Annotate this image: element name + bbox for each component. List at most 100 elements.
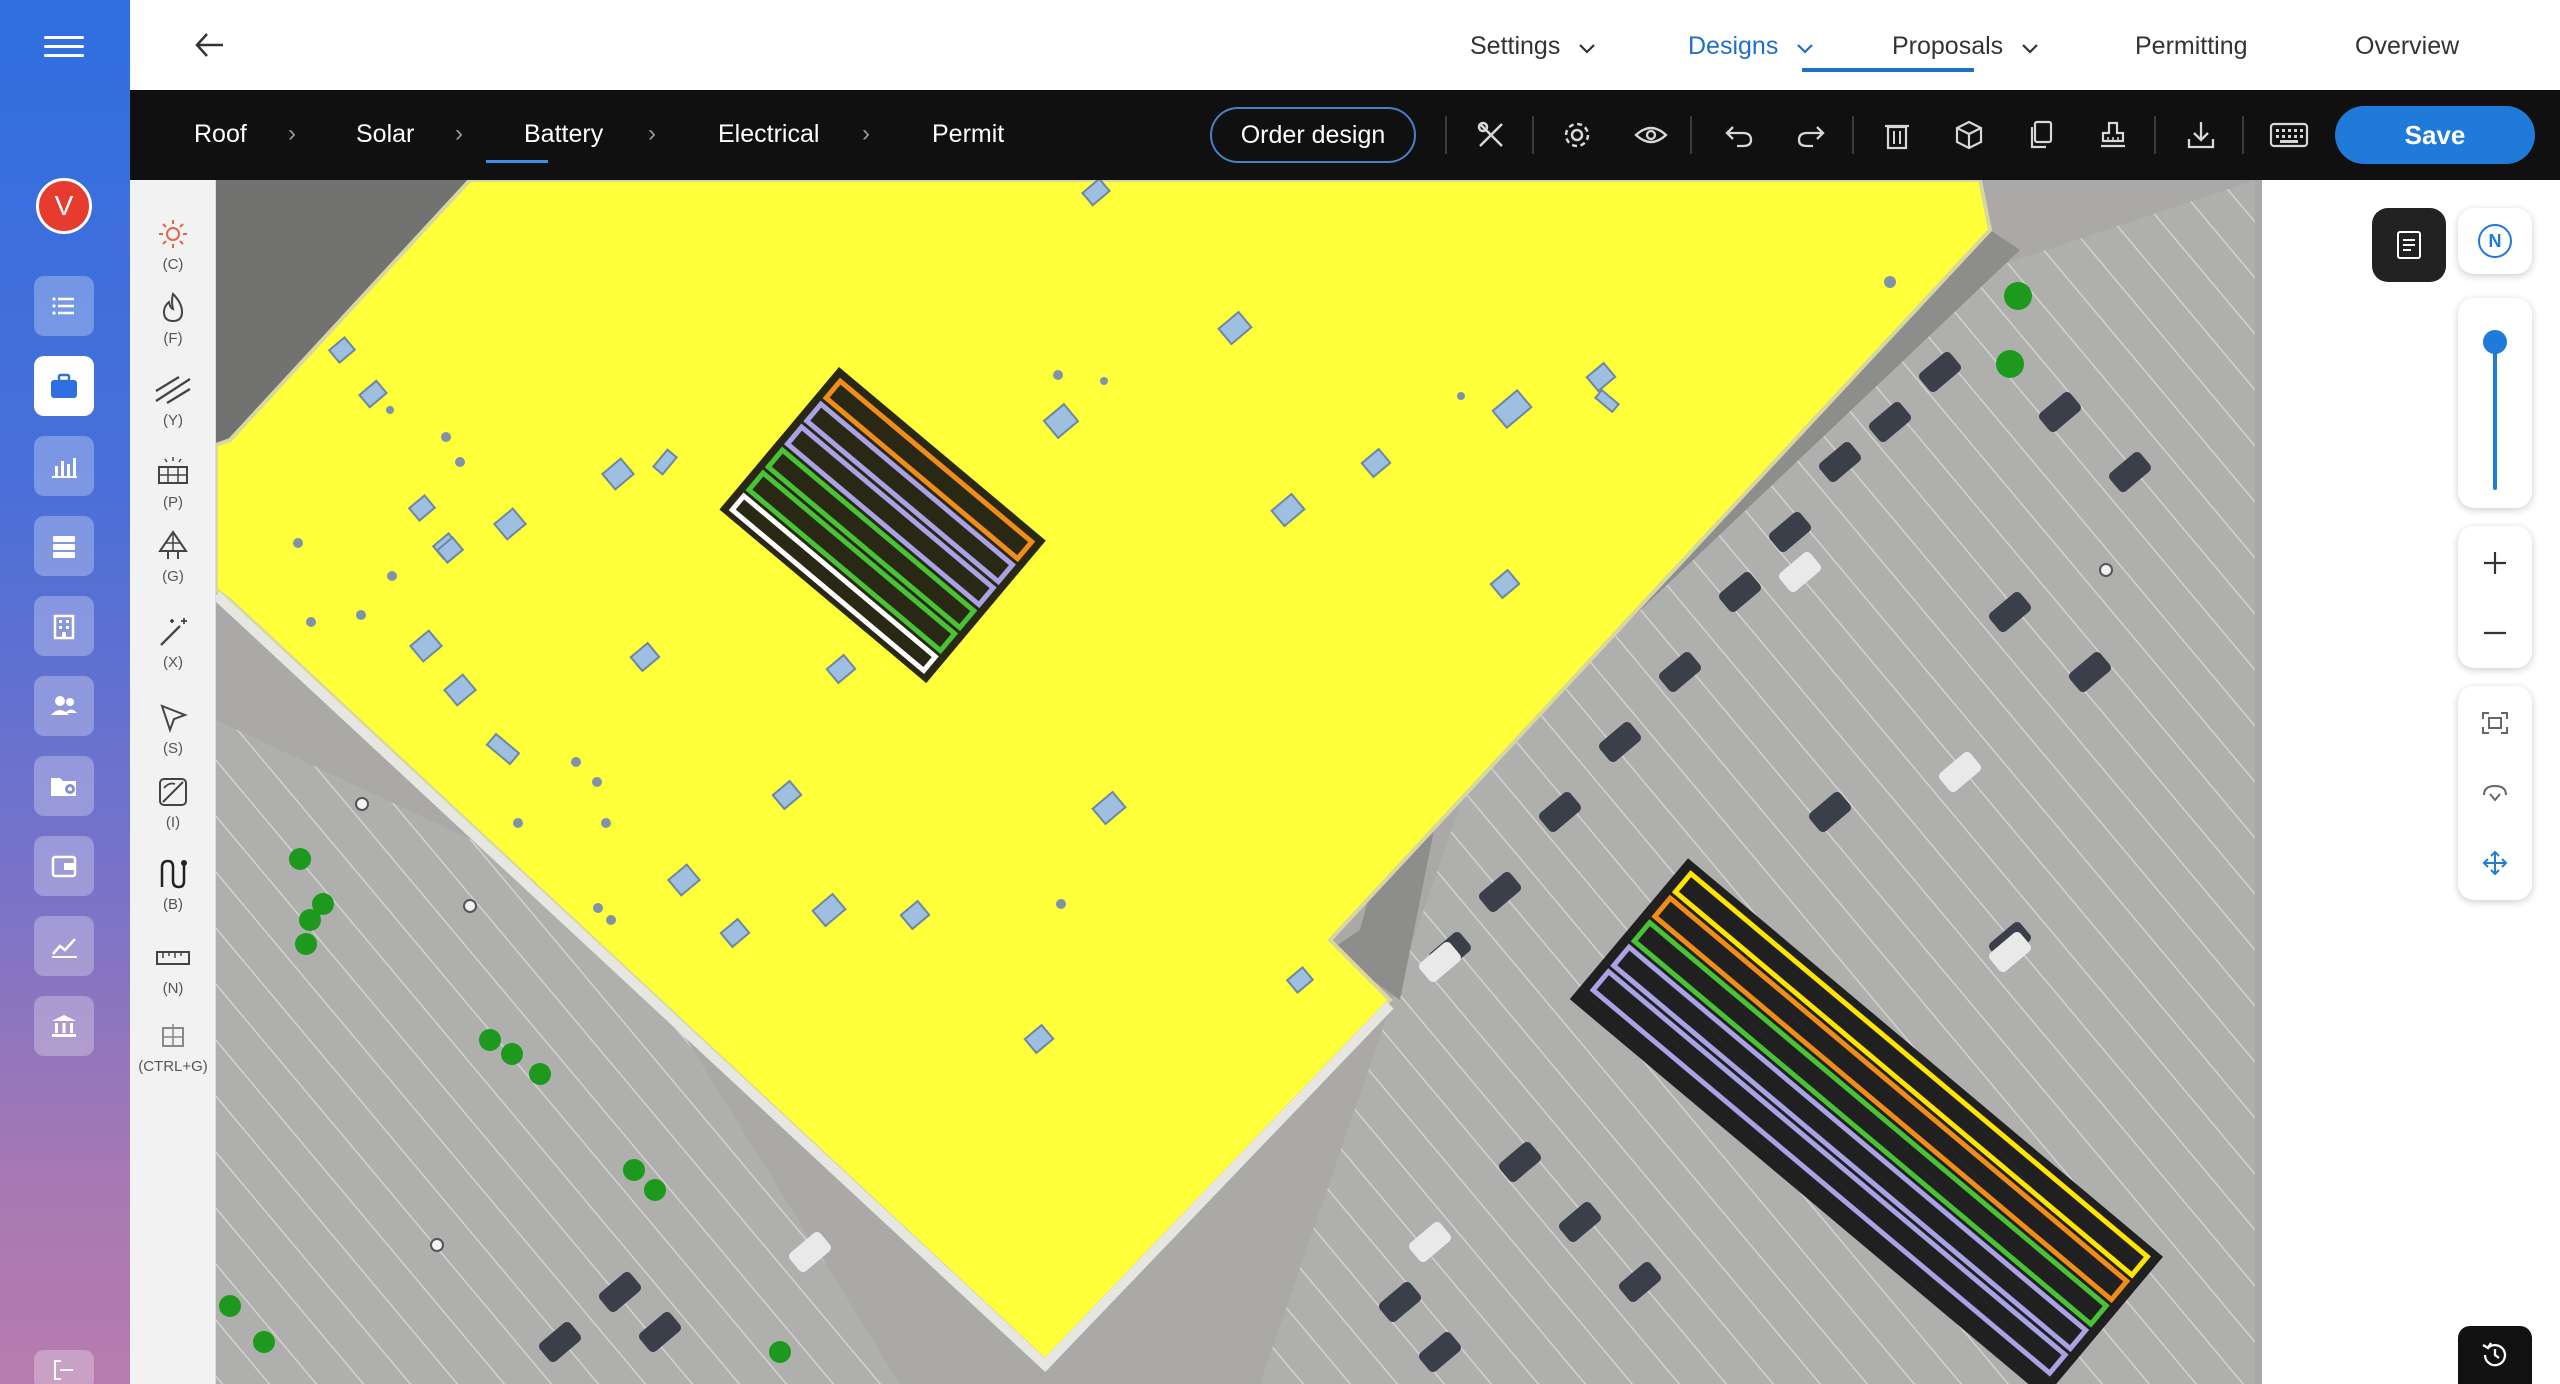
menu-icon[interactable] xyxy=(44,30,84,60)
history-button[interactable] xyxy=(2458,1326,2532,1384)
sun-icon xyxy=(153,214,193,254)
bank-icon[interactable] xyxy=(34,996,94,1056)
global-sidebar: V xyxy=(0,0,130,1384)
tool-shortcut: (X) xyxy=(163,654,183,671)
compass-icon: N xyxy=(2478,224,2512,258)
tab-permitting[interactable]: Permitting xyxy=(2135,22,2248,70)
zoom-out-button[interactable] xyxy=(2458,598,2532,668)
users-icon[interactable] xyxy=(34,676,94,736)
tab-overview-label: Overview xyxy=(2355,31,2460,60)
ground-mount-icon xyxy=(153,526,193,566)
chevron-right-icon: › xyxy=(862,120,870,147)
ruler-icon xyxy=(153,938,193,978)
tab-designs[interactable]: Designs xyxy=(1688,22,1814,70)
zoom-in-button[interactable] xyxy=(2458,528,2532,598)
tool-shortcut: (F) xyxy=(163,330,183,347)
zoom-slider[interactable] xyxy=(2458,298,2532,508)
group-icon xyxy=(153,1016,193,1056)
rotate-view-icon[interactable] xyxy=(2458,758,2532,828)
avatar[interactable]: V xyxy=(36,178,92,234)
keyboard-icon[interactable] xyxy=(2268,114,2310,156)
stamp-icon[interactable] xyxy=(2092,114,2134,156)
breadcrumb-solar[interactable]: Solar xyxy=(356,120,414,149)
download-icon[interactable] xyxy=(2180,114,2222,156)
ground-mount-tool[interactable]: (G) xyxy=(130,526,216,606)
breadcrumb-roof[interactable]: Roof xyxy=(194,120,247,149)
tab-overview[interactable]: Overview xyxy=(2355,22,2459,70)
logout-icon[interactable] xyxy=(34,1350,94,1384)
back-arrow-icon[interactable] xyxy=(185,22,235,68)
panel-tool[interactable]: (P) xyxy=(130,452,216,532)
chevron-down-icon xyxy=(1578,38,1596,61)
satellite-map xyxy=(216,180,2560,1384)
tab-permitting-label: Permitting xyxy=(2135,31,2248,60)
breadcrumb-battery[interactable]: Battery xyxy=(524,120,603,149)
tools-icon[interactable] xyxy=(1470,114,1512,156)
magic-wand-tool[interactable]: (X) xyxy=(130,612,216,692)
copy-icon[interactable] xyxy=(2020,114,2062,156)
settings-icon[interactable] xyxy=(1556,114,1598,156)
trash-icon[interactable] xyxy=(1876,114,1918,156)
compass-button[interactable]: N xyxy=(2458,208,2532,274)
chevron-right-icon: › xyxy=(288,120,296,147)
redo-icon[interactable] xyxy=(1790,114,1832,156)
zoom-slider-handle[interactable] xyxy=(2483,330,2507,354)
folder-settings-icon[interactable] xyxy=(34,756,94,816)
database-icon[interactable] xyxy=(34,516,94,576)
irradiance-icon xyxy=(153,772,193,812)
layers-button[interactable] xyxy=(2372,208,2446,282)
string-tool[interactable]: (B) xyxy=(130,854,216,934)
breadcrumb-electrical[interactable]: Electrical xyxy=(718,120,819,149)
chevron-down-icon xyxy=(1796,38,1814,61)
save-button[interactable]: Save xyxy=(2335,106,2535,164)
pan-icon[interactable] xyxy=(2458,828,2532,898)
eye-icon[interactable] xyxy=(1630,114,1672,156)
irradiance-tool[interactable]: (I) xyxy=(130,772,216,852)
fire-tool[interactable]: (F) xyxy=(130,288,216,368)
fit-view-icon[interactable] xyxy=(2458,688,2532,758)
tools-sidebar: (C) (F) (Y) (P) (G) (X) (S) (I) (B) (N) … xyxy=(130,180,216,1384)
zoom-slider-track xyxy=(2493,330,2497,490)
magic-wand-icon xyxy=(153,612,193,652)
tool-shortcut: (Y) xyxy=(163,412,183,429)
map-canvas[interactable] xyxy=(216,180,2560,1384)
tab-settings-label: Settings xyxy=(1470,31,1561,60)
group-tool[interactable]: (CTRL+G) xyxy=(130,1016,216,1096)
measure-tool[interactable]: (N) xyxy=(130,938,216,1018)
string-icon xyxy=(153,854,193,894)
select-tool[interactable]: (S) xyxy=(130,698,216,778)
tab-settings[interactable]: Settings xyxy=(1470,22,1596,70)
building-icon[interactable] xyxy=(34,596,94,656)
analytics-icon[interactable] xyxy=(34,916,94,976)
tool-shortcut: (P) xyxy=(163,494,183,511)
solar-panel-icon xyxy=(153,452,193,492)
view-tools xyxy=(2458,686,2532,900)
top-header: Settings Designs Proposals Permitting Ov… xyxy=(130,0,2560,90)
tab-proposals-label: Proposals xyxy=(1892,31,2004,60)
chevron-right-icon: › xyxy=(455,120,463,147)
fire-icon xyxy=(153,288,193,328)
sun-tool[interactable]: (C) xyxy=(130,214,216,294)
tab-designs-label: Designs xyxy=(1688,31,1779,60)
breadcrumb-permit[interactable]: Permit xyxy=(932,120,1004,149)
order-design-button[interactable]: Order design xyxy=(1210,107,1416,163)
undo-icon[interactable] xyxy=(1718,114,1760,156)
tab-proposals[interactable]: Proposals xyxy=(1892,22,2039,70)
box-3d-icon[interactable] xyxy=(1948,114,1990,156)
list-icon[interactable] xyxy=(34,276,94,336)
tool-shortcut: (B) xyxy=(163,896,183,913)
briefcase-icon[interactable] xyxy=(34,356,94,416)
setback-tool[interactable]: (Y) xyxy=(130,370,216,450)
tool-shortcut: (C) xyxy=(162,256,184,273)
chevron-right-icon: › xyxy=(648,120,656,147)
bar-chart-icon[interactable] xyxy=(34,436,94,496)
tool-shortcut: (G) xyxy=(162,568,184,585)
tool-shortcut: (S) xyxy=(163,740,183,757)
app-window: V Settings Designs Proposals Permitting … xyxy=(0,0,2560,1384)
setback-icon xyxy=(153,370,193,410)
design-toolbar: Roof › Solar › Battery › Electrical › Pe… xyxy=(130,90,2560,180)
wallet-icon[interactable] xyxy=(34,836,94,896)
zoom-controls xyxy=(2458,526,2532,668)
tool-shortcut: (N) xyxy=(162,980,184,997)
cursor-icon xyxy=(153,698,193,738)
